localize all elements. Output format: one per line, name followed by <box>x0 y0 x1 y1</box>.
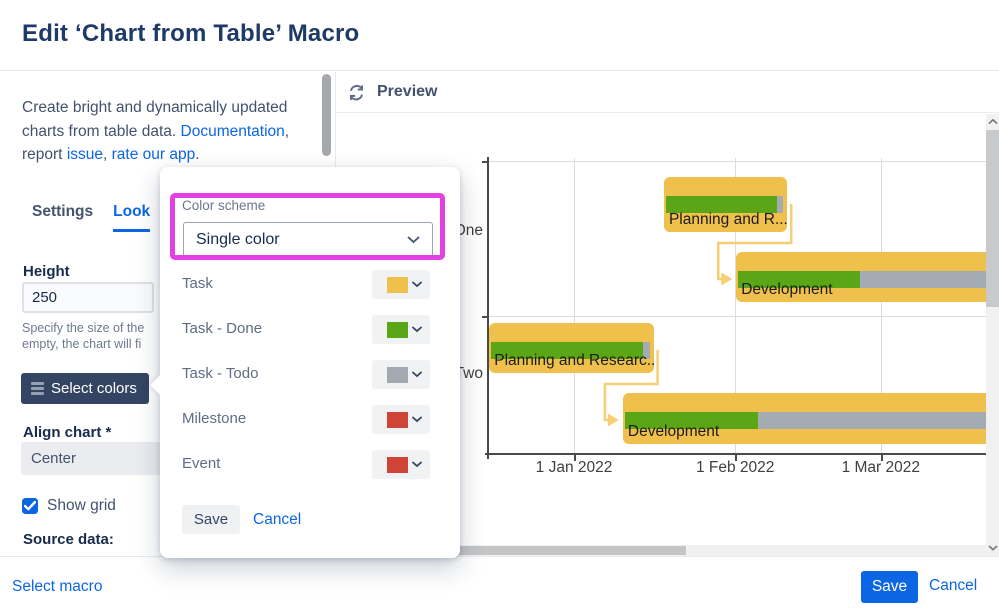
dialog-footer: Select macro Save Cancel <box>0 556 999 610</box>
gantt-bar-label: Development <box>741 281 833 298</box>
align-chart-select[interactable]: Center <box>21 442 176 475</box>
height-help-line2: empty, the chart will fi <box>22 336 142 351</box>
chevron-down-icon <box>412 416 422 423</box>
scroll-down-icon[interactable] <box>987 544 999 552</box>
color-scheme-value: Single color <box>196 231 280 248</box>
refresh-icon[interactable] <box>347 83 366 102</box>
preview-header: Preview <box>336 72 999 113</box>
gridline-vertical <box>574 158 575 453</box>
popup-cancel-link[interactable]: Cancel <box>253 511 301 529</box>
intro-plain: , <box>103 146 112 163</box>
color-row-task-done: Task - Done <box>160 315 460 344</box>
color-scheme-popup: Color scheme Single color Task Task - Do… <box>150 167 460 558</box>
gantt-bar-label: Planning and Researc... <box>494 352 660 369</box>
dialog-header: Edit ‘Chart from Table’ Macro <box>0 0 999 71</box>
height-label: Height <box>23 263 70 280</box>
preview-title: Preview <box>377 83 438 100</box>
color-swatch <box>387 276 408 293</box>
color-row-label: Task - Todo <box>182 365 259 382</box>
color-row-label: Milestone <box>182 410 247 427</box>
save-button[interactable]: Save <box>861 571 918 603</box>
y-axis-line <box>487 157 489 459</box>
gantt-bar: Development <box>736 252 986 302</box>
x-tick-label: 1 Jan 2022 <box>535 459 613 476</box>
source-data-label: Source data: <box>23 531 114 548</box>
show-grid-row: Show grid <box>22 497 116 515</box>
gantt-bar-label: Planning and R... <box>668 211 788 228</box>
gantt-bar: Planning and Researc... <box>489 323 660 373</box>
color-row-label: Task <box>182 275 213 292</box>
color-swatch-button[interactable] <box>372 270 430 299</box>
show-grid-label: Show grid <box>47 497 116 514</box>
rate-app-link[interactable]: rate our app <box>112 146 196 163</box>
color-row-label: Event <box>182 455 221 472</box>
select-colors-label: Select colors <box>51 380 137 397</box>
chevron-down-icon <box>412 281 422 288</box>
color-swatch <box>387 321 408 338</box>
popup-save-button[interactable]: Save <box>182 505 240 534</box>
height-input[interactable] <box>22 282 154 313</box>
color-swatch <box>387 411 408 428</box>
report-issue-link[interactable]: issue <box>67 146 103 163</box>
color-row-label: Task - Done <box>182 320 263 337</box>
color-swatch-button[interactable] <box>372 360 430 389</box>
tab-look[interactable]: Look <box>113 203 151 232</box>
height-help-text: Specify the size of the empty, the chart… <box>22 321 144 352</box>
color-row-milestone: Milestone <box>160 405 460 434</box>
gridline-horizontal <box>487 316 986 317</box>
align-chart-label: Align chart * <box>23 424 112 441</box>
x-tick-label: 1 Feb 2022 <box>695 459 775 476</box>
tab-settings[interactable]: Settings <box>32 203 93 232</box>
y-axis-tick <box>482 316 487 318</box>
intro-plain: . <box>195 146 200 163</box>
y-axis-tick <box>482 161 487 163</box>
color-swatch-button[interactable] <box>372 405 430 434</box>
scroll-up-icon[interactable] <box>987 118 999 126</box>
height-help-line1: Specify the size of the <box>22 321 145 335</box>
cancel-link[interactable]: Cancel <box>929 577 977 595</box>
chevron-down-icon <box>412 461 422 468</box>
select-macro-link[interactable]: Select macro <box>12 578 102 596</box>
color-swatch <box>387 456 408 473</box>
color-row-task: Task <box>160 270 460 299</box>
gantt-bar: Development <box>622 393 986 444</box>
color-swatch <box>387 366 408 383</box>
check-icon <box>24 501 36 511</box>
settings-tabs: Settings Look <box>32 203 151 232</box>
color-row-task-todo: Task - Todo <box>160 360 460 389</box>
gantt-bar: Planning and R... <box>663 177 788 232</box>
chevron-down-icon <box>407 236 420 244</box>
chevron-down-icon <box>412 326 422 333</box>
show-grid-checkbox[interactable] <box>22 498 38 514</box>
settings-scrollbar-thumb[interactable] <box>322 74 331 156</box>
documentation-link[interactable]: Documentation <box>181 123 285 140</box>
color-row-event: Event <box>160 450 460 479</box>
page-title: Edit ‘Chart from Table’ Macro <box>22 20 360 47</box>
color-swatch-button[interactable] <box>372 450 430 479</box>
lines-icon <box>31 382 44 395</box>
color-scheme-select[interactable]: Single color <box>183 222 433 258</box>
chevron-down-icon <box>412 371 422 378</box>
gantt-bar-label: Development <box>627 423 720 440</box>
select-colors-button[interactable]: Select colors <box>21 373 149 404</box>
preview-vertical-scrollbar[interactable] <box>986 114 999 556</box>
align-chart-value: Center <box>31 450 77 467</box>
vertical-scrollbar-thumb[interactable] <box>986 130 999 307</box>
color-swatch-button[interactable] <box>372 315 430 344</box>
intro-text: Create bright and dynamically updated ch… <box>22 96 318 167</box>
gridline-horizontal <box>487 161 986 162</box>
color-scheme-label: Color scheme <box>182 198 266 213</box>
x-tick-label: 1 Mar 2022 <box>841 459 921 476</box>
